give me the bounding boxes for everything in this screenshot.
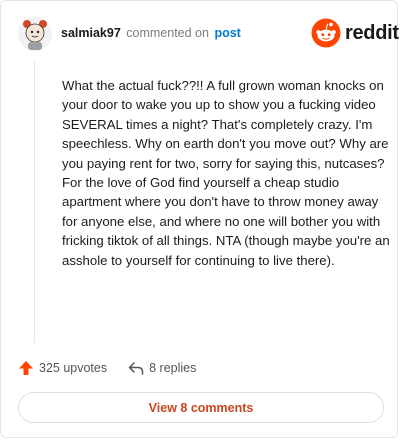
username-link[interactable]: salmiak97 <box>61 26 121 40</box>
thread-line <box>34 61 35 343</box>
comment-card: salmiak97 commented on post reddit What … <box>0 0 399 438</box>
user-avatar[interactable] <box>17 16 53 52</box>
post-link[interactable]: post <box>214 26 240 40</box>
upvote-count: 325 upvotes <box>39 361 108 375</box>
comment-header: salmiak97 commented on post <box>61 24 241 42</box>
view-comments-button[interactable]: View 8 comments <box>18 392 384 423</box>
comment-body: What the actual fuck??!! A full grown wo… <box>62 78 390 268</box>
reply-count: 8 replies <box>149 361 197 375</box>
commented-on-text: commented on <box>126 26 209 40</box>
reddit-wordmark: reddit <box>345 21 399 44</box>
reddit-brand[interactable]: reddit <box>311 18 399 48</box>
reddit-logo-icon <box>311 18 341 48</box>
comment-footer: 325 upvotes 8 replies <box>17 358 196 378</box>
upvote-arrow-icon[interactable] <box>17 359 35 377</box>
reply-arrow-icon[interactable] <box>127 359 145 377</box>
